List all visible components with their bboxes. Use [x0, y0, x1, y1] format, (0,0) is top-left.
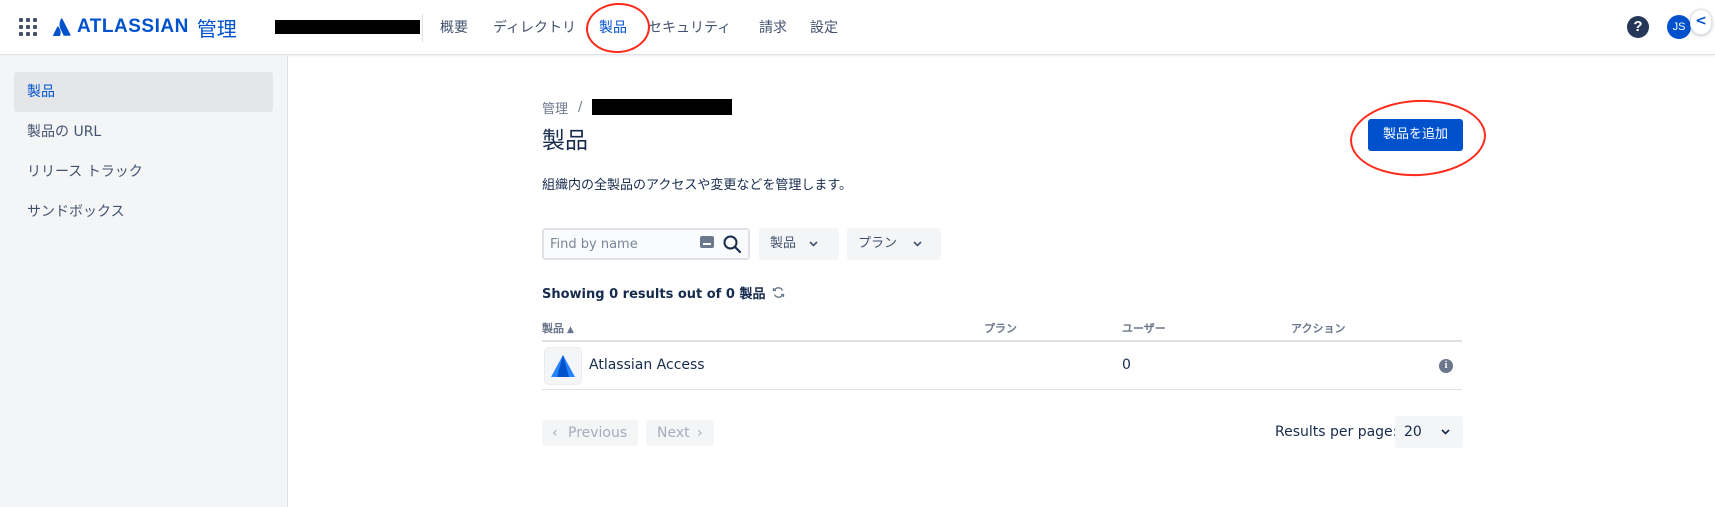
table-row-divider: [542, 389, 1462, 390]
previous-page-button[interactable]: ‹ Previous: [542, 420, 638, 446]
search-icon[interactable]: [722, 234, 742, 254]
logo-wordmark: ATLASSIAN: [77, 16, 189, 37]
product-filter-dropdown[interactable]: 製品: [759, 228, 839, 260]
previous-label: Previous: [568, 425, 628, 441]
column-header-product-label: 製品: [542, 322, 564, 335]
results-summary: Showing 0 results out of 0 製品: [542, 283, 785, 302]
column-header-actions: アクション: [1291, 322, 1346, 335]
nav-directory[interactable]: ディレクトリ: [493, 17, 576, 39]
sidebar: 製品 製品の URL リリース トラック サンドボックス: [0, 56, 288, 507]
nav-overview[interactable]: 概要: [440, 17, 468, 39]
column-header-users: ユーザー: [1122, 322, 1166, 335]
add-product-button[interactable]: 製品を追加: [1368, 119, 1463, 151]
atlassian-logo-icon: [53, 18, 71, 36]
chevron-down-icon: [913, 241, 922, 247]
product-filter-label: 製品: [770, 236, 797, 251]
table-header-divider: [542, 340, 1462, 342]
nav-settings[interactable]: 設定: [810, 17, 838, 39]
breadcrumb-admin-link[interactable]: 管理: [542, 98, 568, 117]
sidebar-item-products[interactable]: 製品: [14, 72, 273, 112]
breadcrumb-org-redacted[interactable]: [592, 99, 733, 115]
next-label: Next: [657, 425, 690, 441]
nav-billing[interactable]: 請求: [759, 17, 787, 39]
chevron-right-icon: ›: [697, 425, 703, 441]
page-title: 製品: [542, 128, 588, 154]
nav-products[interactable]: 製品: [599, 17, 627, 39]
column-header-plan: プラン: [984, 322, 1017, 335]
users-cell: 0: [1122, 357, 1131, 373]
info-icon[interactable]: i: [1439, 359, 1453, 373]
search-input[interactable]: [550, 235, 690, 253]
results-count-text: Showing 0 results out of 0 製品: [542, 287, 766, 302]
sidebar-item-release-tracks[interactable]: リリース トラック: [14, 152, 273, 192]
app-switcher-icon[interactable]: [19, 18, 37, 36]
nav-divider: [422, 14, 423, 42]
chevron-down-icon: [1441, 429, 1450, 435]
sidebar-item-product-urls[interactable]: 製品の URL: [14, 112, 273, 152]
results-per-page-value: 20: [1404, 424, 1422, 440]
results-per-page-select[interactable]: 20: [1395, 416, 1463, 448]
help-icon[interactable]: ?: [1627, 16, 1649, 38]
top-navigation-bar: ATLASSIAN 管理 概要 ディレクトリ 製品 セキュリティ 請求 設定 ?…: [0, 0, 1715, 55]
logo-admin-label: 管理: [196, 16, 237, 41]
search-field[interactable]: [542, 228, 750, 260]
nav-security[interactable]: セキュリティ: [648, 17, 731, 39]
atlassian-admin-logo[interactable]: ATLASSIAN 管理: [53, 15, 237, 41]
chevron-left-icon: ‹: [552, 425, 558, 441]
collapse-button[interactable]: <: [1690, 9, 1712, 35]
sidebar-item-sandbox[interactable]: サンドボックス: [14, 192, 273, 232]
sort-ascending-icon: ▲: [567, 325, 574, 335]
breadcrumb-separator: /: [578, 99, 583, 115]
plan-filter-label: プラン: [858, 236, 898, 251]
keyboard-icon: [700, 236, 714, 248]
avatar[interactable]: JS: [1667, 15, 1691, 39]
refresh-icon[interactable]: [772, 286, 785, 299]
atlassian-access-logo-icon: [545, 348, 581, 384]
next-page-button[interactable]: Next ›: [646, 420, 714, 446]
organization-name-redacted[interactable]: [275, 20, 420, 34]
chevron-down-icon: [809, 241, 818, 247]
product-name-cell[interactable]: Atlassian Access: [589, 357, 705, 373]
column-header-product[interactable]: 製品 ▲: [542, 320, 574, 336]
results-per-page-label: Results per page:: [1275, 424, 1398, 440]
page-description: 組織内の全製品のアクセスや変更などを管理します。: [542, 178, 853, 193]
plan-filter-dropdown[interactable]: プラン: [847, 228, 941, 260]
breadcrumb: 管理 /: [542, 97, 733, 117]
